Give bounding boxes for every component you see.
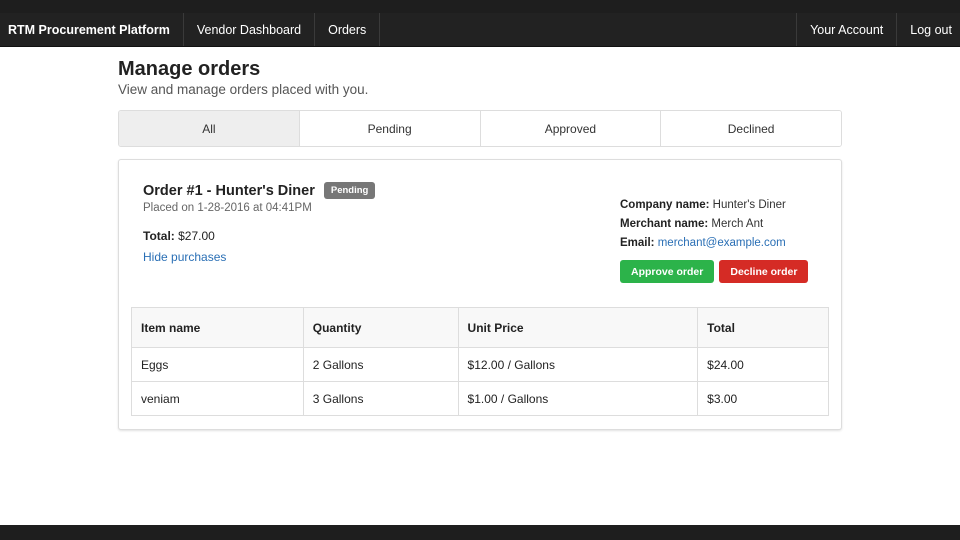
email-row: Email: merchant@example.com bbox=[620, 234, 786, 253]
column-header-unit-price: Unit Price bbox=[457, 307, 699, 348]
main-content: Manage orders View and manage orders pla… bbox=[118, 47, 842, 430]
decline-order-button[interactable]: Decline order bbox=[719, 260, 809, 283]
status-badge: Pending bbox=[323, 182, 376, 199]
order-total: Total: $27.00 bbox=[143, 229, 215, 243]
cell-item-name: Eggs bbox=[131, 347, 304, 382]
nav-link-vendor-dashboard[interactable]: Vendor Dashboard bbox=[184, 13, 316, 46]
company-name-value: Hunter's Diner bbox=[712, 199, 786, 211]
nav-link-orders[interactable]: Orders bbox=[315, 13, 381, 46]
merchant-name-row: Merchant name: Merch Ant bbox=[620, 215, 786, 234]
cell-unit-price: $12.00 / Gallons bbox=[457, 347, 699, 382]
cell-total: $3.00 bbox=[697, 381, 829, 416]
window-top-strip bbox=[0, 0, 960, 13]
hide-purchases-link[interactable]: Hide purchases bbox=[143, 250, 226, 264]
purchases-table: Item name Quantity Unit Price Total Eggs… bbox=[131, 307, 829, 416]
cell-quantity: 3 Gallons bbox=[302, 381, 459, 416]
column-header-item-name: Item name bbox=[131, 307, 304, 348]
merchant-name-label: Merchant name: bbox=[620, 218, 709, 230]
company-name-label: Company name: bbox=[620, 199, 710, 211]
cell-item-name: veniam bbox=[131, 381, 304, 416]
order-placed-date: Placed on 1-28-2016 at 04:41PM bbox=[143, 202, 312, 214]
order-card: Order #1 - Hunter's Diner Pending Placed… bbox=[118, 159, 842, 430]
email-label: Email: bbox=[620, 237, 655, 249]
page-subtitle: View and manage orders placed with you. bbox=[118, 82, 369, 97]
table-row: veniam 3 Gallons $1.00 / Gallons $3.00 bbox=[131, 381, 829, 416]
table-row: Eggs 2 Gallons $12.00 / Gallons $24.00 bbox=[131, 347, 829, 382]
tab-all[interactable]: All bbox=[119, 111, 300, 146]
brand-link[interactable]: RTM Procurement Platform bbox=[0, 13, 184, 46]
email-link[interactable]: merchant@example.com bbox=[658, 237, 786, 249]
nav-link-your-account[interactable]: Your Account bbox=[797, 13, 898, 46]
cell-quantity: 2 Gallons bbox=[302, 347, 459, 382]
order-actions: Approve order Decline order bbox=[620, 260, 809, 283]
cell-total: $24.00 bbox=[697, 347, 829, 382]
order-total-label: Total: bbox=[143, 229, 175, 243]
table-header-row: Item name Quantity Unit Price Total bbox=[131, 307, 829, 348]
tab-approved[interactable]: Approved bbox=[480, 111, 662, 146]
tab-declined[interactable]: Declined bbox=[661, 111, 841, 146]
merchant-name-value: Merch Ant bbox=[711, 218, 764, 230]
order-total-value: $27.00 bbox=[178, 229, 215, 243]
order-header: Order #1 - Hunter's Diner Pending bbox=[143, 182, 376, 199]
tab-pending[interactable]: Pending bbox=[299, 111, 481, 146]
order-filter-tabs: All Pending Approved Declined bbox=[118, 110, 842, 147]
approve-order-button[interactable]: Approve order bbox=[620, 260, 715, 283]
column-header-total: Total bbox=[697, 307, 829, 348]
window-bottom-strip bbox=[0, 525, 960, 540]
column-header-quantity: Quantity bbox=[302, 307, 459, 348]
company-name-row: Company name: Hunter's Diner bbox=[620, 196, 786, 215]
nav-link-logout[interactable]: Log out bbox=[897, 13, 960, 46]
navbar-spacer bbox=[380, 13, 798, 46]
cell-unit-price: $1.00 / Gallons bbox=[457, 381, 699, 416]
order-title: Order #1 - Hunter's Diner bbox=[143, 182, 315, 199]
top-navbar: RTM Procurement Platform Vendor Dashboar… bbox=[0, 13, 960, 47]
page-title: Manage orders bbox=[118, 58, 261, 80]
order-meta: Company name: Hunter's Diner Merchant na… bbox=[620, 196, 786, 253]
